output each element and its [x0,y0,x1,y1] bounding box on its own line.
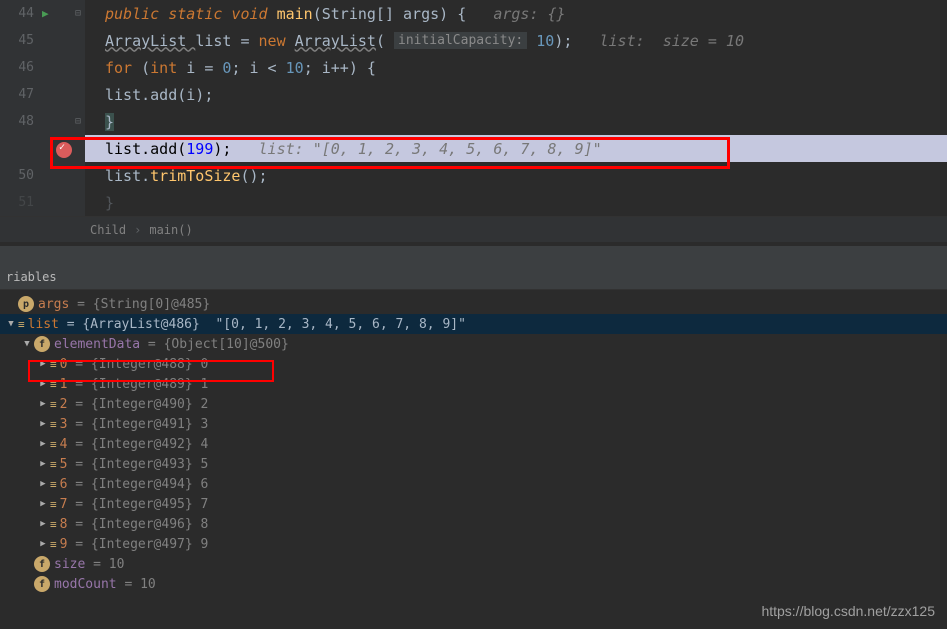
expand-arrow-icon[interactable] [4,319,18,329]
inline-hint: args: {} [493,5,565,23]
variable-row[interactable]: ≡8 = {Integer@496} 8 [0,514,947,534]
expand-arrow-icon[interactable] [36,439,50,449]
param-hint: initialCapacity: [394,32,527,49]
variable-row[interactable]: ≡1 = {Integer@489} 1 [0,374,947,394]
code-line-current: list.add(199); list: "[0, 1, 2, 3, 4, 5,… [85,135,947,162]
fold-icon[interactable]: ⊟ [75,8,81,19]
code-body[interactable]: public static void main(String[] args) {… [85,0,947,216]
code-line: ArrayList list = new ArrayList( initialC… [85,27,947,54]
list-icon: ≡ [50,458,56,471]
variable-row[interactable]: ≡6 = {Integer@494} 6 [0,474,947,494]
chevron-right-icon: › [134,223,141,237]
expand-arrow-icon[interactable] [36,399,50,409]
list-icon: ≡ [50,398,56,411]
code-line: for (int i = 0; i < 10; i++) { [85,54,947,81]
variable-row[interactable]: ≡list = {ArrayList@486} "[0, 1, 2, 3, 4,… [0,314,947,334]
expand-arrow-icon[interactable] [36,499,50,509]
list-icon: ≡ [50,438,56,451]
expand-arrow-icon[interactable] [36,379,50,389]
code-line: public static void main(String[] args) {… [85,0,947,27]
expand-arrow-icon[interactable] [20,339,34,349]
list-icon: ≡ [18,318,24,331]
breadcrumb-item[interactable]: Child [90,223,126,237]
list-icon: ≡ [50,478,56,491]
variable-row[interactable]: pargs = {String[0]@485} [0,294,947,314]
run-icon[interactable]: ▶ [42,7,49,20]
list-icon: ≡ [50,538,56,551]
variable-row[interactable]: felementData = {Object[10]@500} [0,334,947,354]
field-badge-icon: f [34,576,50,592]
inline-hint: list: "[0, 1, 2, 3, 4, 5, 6, 7, 8, 9]" [259,140,602,158]
expand-arrow-icon[interactable] [36,419,50,429]
list-icon: ≡ [50,418,56,431]
variable-row[interactable]: ≡9 = {Integer@497} 9 [0,534,947,554]
variable-row[interactable]: ≡0 = {Integer@488} 0 [0,354,947,374]
breadcrumb[interactable]: Child › main() [0,216,947,242]
variable-row[interactable]: ≡7 = {Integer@495} 7 [0,494,947,514]
code-line: } [85,108,947,135]
variable-row[interactable]: fsize = 10 [0,554,947,574]
variable-row[interactable]: ≡5 = {Integer@493} 5 [0,454,947,474]
variables-header: riables [0,264,947,290]
variable-row[interactable]: ≡4 = {Integer@492} 4 [0,434,947,454]
list-icon: ≡ [50,518,56,531]
param-badge-icon: p [18,296,34,312]
fold-icon[interactable]: ⊟ [75,116,81,127]
expand-arrow-icon[interactable] [36,479,50,489]
watermark: https://blog.csdn.net/zzx125 [761,603,935,619]
debug-variables-pane[interactable]: riables pargs = {String[0]@485} ≡list = … [0,264,947,594]
expand-arrow-icon[interactable] [36,519,50,529]
expand-arrow-icon[interactable] [36,459,50,469]
field-badge-icon: f [34,556,50,572]
inline-hint: list: size = 10 [599,32,744,50]
list-icon: ≡ [50,498,56,511]
breadcrumb-item[interactable]: main() [149,223,192,237]
gutter-line: 44▶⊟ [0,0,85,27]
list-icon: ≡ [50,358,56,371]
breakpoint-check-icon: ✓ [59,142,65,153]
variable-row[interactable]: fmodCount = 10 [0,574,947,594]
code-line: list.add(i); [85,81,947,108]
expand-arrow-icon[interactable] [36,359,50,369]
expand-arrow-icon[interactable] [36,539,50,549]
variable-row[interactable]: ≡3 = {Integer@491} 3 [0,414,947,434]
field-badge-icon: f [34,336,50,352]
code-line: } [85,189,947,216]
variable-row[interactable]: ≡2 = {Integer@490} 2 [0,394,947,414]
pane-divider[interactable] [0,246,947,264]
code-editor-pane[interactable]: 44▶⊟ 45 46 47 48⊟ 49 50 51 public static… [0,0,947,246]
gutter[interactable]: 44▶⊟ 45 46 47 48⊟ 49 50 51 [0,0,85,216]
code-line: list.trimToSize(); [85,162,947,189]
list-icon: ≡ [50,378,56,391]
